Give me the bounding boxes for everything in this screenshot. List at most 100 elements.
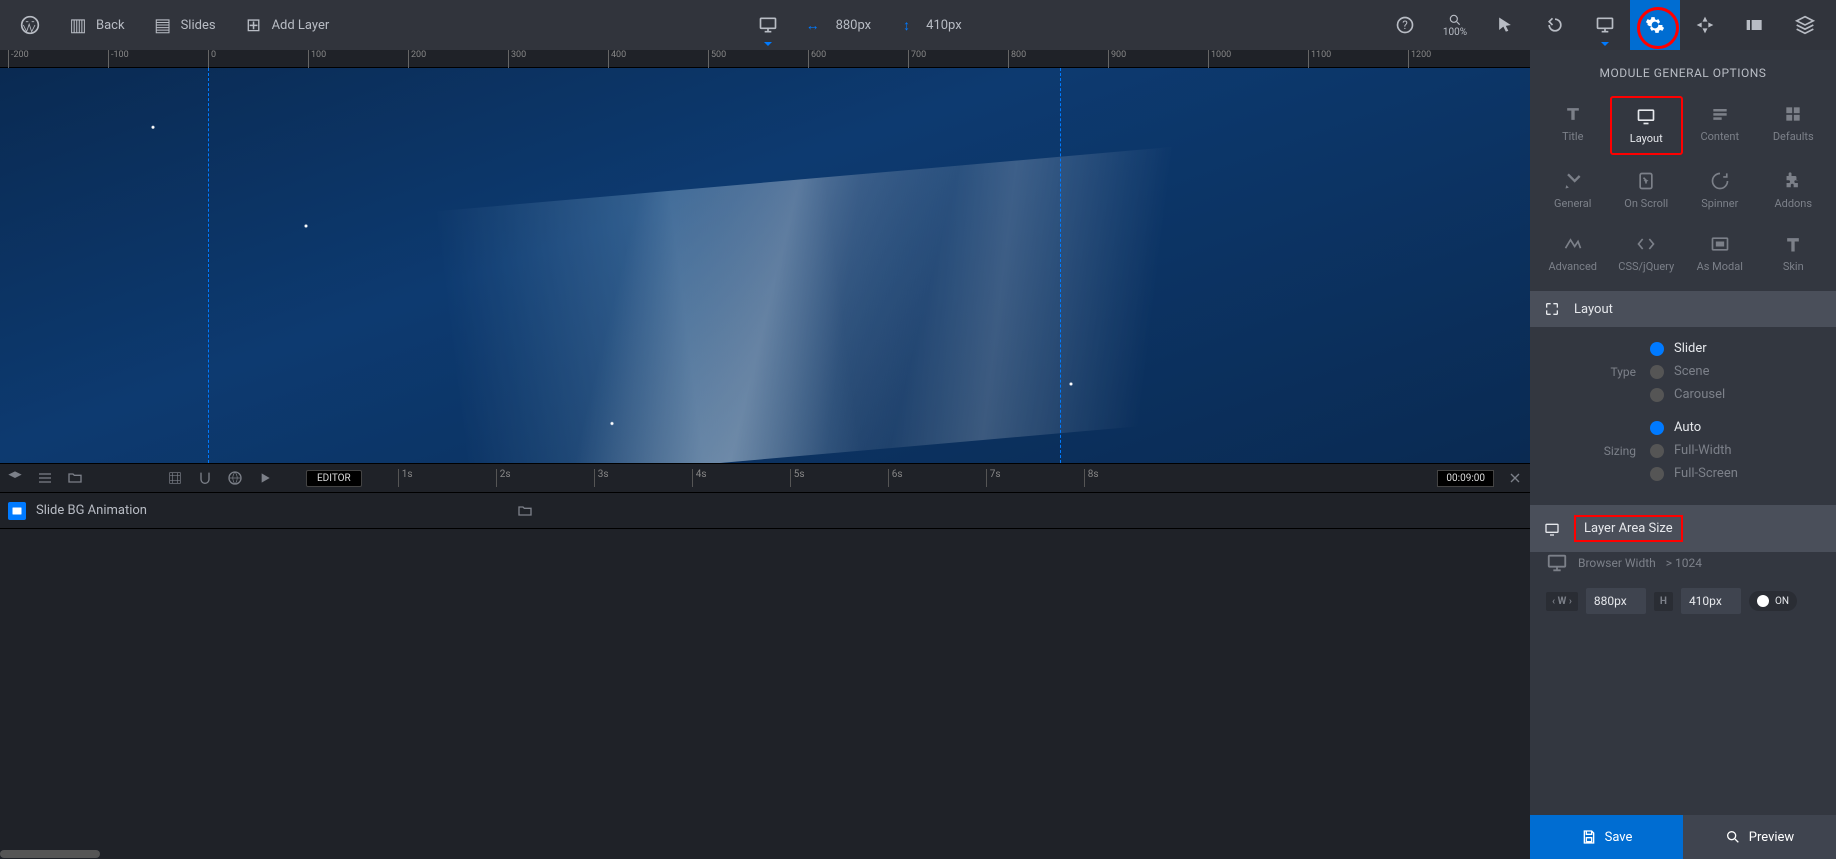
desktop-icon <box>1546 552 1568 574</box>
tab-spinner[interactable]: Spinner <box>1683 163 1757 218</box>
cursor-tool-button[interactable] <box>1480 0 1530 50</box>
sizing-option-fullscreen[interactable]: Full-Screen <box>1650 466 1738 481</box>
guide-vertical-left[interactable] <box>208 68 209 463</box>
slides-label: Slides <box>181 18 216 33</box>
layer-area-section-label: Layer Area Size <box>1584 521 1673 536</box>
timeline-film-icon[interactable] <box>160 463 190 493</box>
timeline-row[interactable]: Slide BG Animation <box>0 493 1530 529</box>
back-label: Back <box>96 18 125 33</box>
sizing-option-fullwidth[interactable]: Full-Width <box>1650 443 1738 458</box>
horizontal-ruler: -200-10001002003004005006007008009001000… <box>0 50 1530 68</box>
dimension-toggle[interactable]: ON <box>1749 591 1797 611</box>
guide-vertical-right[interactable] <box>1060 68 1061 463</box>
layer-area-section-header[interactable]: Layer Area Size <box>1530 505 1836 552</box>
zoom-value: 100% <box>1443 27 1467 38</box>
layer-area-icon <box>1544 521 1560 537</box>
save-button[interactable]: Save <box>1530 815 1683 859</box>
slide-background <box>0 68 1530 463</box>
tab-addons[interactable]: Addons <box>1757 163 1831 218</box>
height-badge: H <box>1654 592 1673 611</box>
sizing-label: Sizing <box>1546 444 1636 458</box>
workspace: -200-10001002003004005006007008009001000… <box>0 50 1836 859</box>
tab-advanced[interactable]: Advanced <box>1536 226 1610 281</box>
gear-icon <box>1645 15 1665 35</box>
canvas[interactable] <box>0 68 1530 463</box>
type-label: Type <box>1546 365 1636 379</box>
height-value: 410px <box>922 18 966 33</box>
type-option-scene[interactable]: Scene <box>1650 364 1725 379</box>
layout-section-body: Type Slider Scene Carousel Sizing Auto F… <box>1530 327 1836 505</box>
timeline-empty <box>0 529 1530 849</box>
timeline-play-button[interactable] <box>250 463 280 493</box>
tab-general[interactable]: General <box>1536 163 1610 218</box>
timeline-folder-icon[interactable] <box>60 463 90 493</box>
width-arrows-icon: ↔ <box>806 17 820 34</box>
timeline-close-button[interactable] <box>1500 463 1530 493</box>
width-badge: ‹ W › <box>1546 592 1578 611</box>
timeline-snap-icon[interactable] <box>190 463 220 493</box>
width-value: 880px <box>832 18 876 33</box>
wordpress-button[interactable] <box>6 0 54 50</box>
tab-skin[interactable]: Skin <box>1757 226 1831 281</box>
expand-icon <box>1544 301 1560 317</box>
wordpress-icon <box>20 15 40 35</box>
tab-defaults[interactable]: Defaults <box>1757 96 1831 155</box>
timeline-row-folder-icon[interactable] <box>510 496 540 526</box>
top-toolbar: ▥ Back ▤Slides ⊞ Add Layer ↔ 880px ↕ 410px ?… <box>0 0 1836 50</box>
timeline-list-icon[interactable] <box>30 463 60 493</box>
horizontal-scrollbar[interactable] <box>0 849 1530 859</box>
browser-width-value: > 1024 <box>1666 556 1702 570</box>
add-layer-label: Add Layer <box>272 18 330 33</box>
tab-title[interactable]: Title <box>1536 96 1610 155</box>
vertical-ruler <box>0 68 12 463</box>
undo-button[interactable] <box>1530 0 1580 50</box>
panel-tab-grid: Title Layout Content Defaults General On… <box>1530 96 1836 291</box>
zoom-button[interactable]: 100% <box>1430 0 1480 50</box>
tab-layout[interactable]: Layout <box>1610 96 1684 155</box>
editor-mode-chip[interactable]: EDITOR <box>306 470 362 487</box>
tab-onscroll[interactable]: On Scroll <box>1610 163 1684 218</box>
options-panel: MODULE GENERAL OPTIONS Title Layout Cont… <box>1530 50 1836 859</box>
width-input[interactable] <box>1586 588 1646 614</box>
timeline-globe-icon[interactable] <box>220 463 250 493</box>
back-button[interactable]: ▥ Back <box>54 0 139 50</box>
browser-width-row: Browser Width > 1024 <box>1530 552 1836 588</box>
desktop-icon <box>758 15 778 35</box>
browser-width-label: Browser Width <box>1578 556 1656 570</box>
layers-button[interactable] <box>1780 0 1830 50</box>
height-input[interactable] <box>1681 588 1741 614</box>
help-button[interactable]: ? <box>1380 0 1430 50</box>
type-option-slider[interactable]: Slider <box>1650 341 1725 356</box>
settings-gear-button[interactable] <box>1630 0 1680 50</box>
timeline-layers-icon[interactable] <box>0 463 30 493</box>
add-layer-button[interactable]: ⊞ Add Layer <box>230 0 344 50</box>
slide-options-button[interactable] <box>1730 0 1780 50</box>
slide-bg-row-icon <box>8 502 26 520</box>
back-icon: ▥ <box>68 15 88 36</box>
preview-button[interactable]: Preview <box>1683 815 1836 859</box>
sizing-option-auto[interactable]: Auto <box>1650 420 1738 435</box>
timeline-toolbar: EDITOR 1s2s3s4s5s6s7s8s 00:09:00 <box>0 463 1530 493</box>
tab-asmodal[interactable]: As Modal <box>1683 226 1757 281</box>
panel-title: MODULE GENERAL OPTIONS <box>1530 50 1836 96</box>
slides-button[interactable]: ▤Slides <box>139 0 230 50</box>
height-arrows-icon: ↕ <box>903 17 910 34</box>
height-display[interactable]: ↕ 410px <box>889 0 980 50</box>
tab-cssjquery[interactable]: CSS/jQuery <box>1610 226 1684 281</box>
layout-section-header[interactable]: Layout <box>1530 291 1836 327</box>
navigation-button[interactable] <box>1680 0 1730 50</box>
svg-text:?: ? <box>1402 18 1408 32</box>
timeline-time[interactable]: 00:09:00 <box>1437 470 1494 487</box>
preview-device-button[interactable] <box>1580 0 1630 50</box>
add-layer-icon: ⊞ <box>244 15 264 36</box>
tab-content[interactable]: Content <box>1683 96 1757 155</box>
timeline-row-label: Slide BG Animation <box>36 503 147 518</box>
dimension-inputs: ‹ W › H ON <box>1530 588 1836 628</box>
type-option-carousel[interactable]: Carousel <box>1650 387 1725 402</box>
canvas-area: -200-10001002003004005006007008009001000… <box>0 50 1530 859</box>
layout-section-label: Layout <box>1574 302 1613 317</box>
device-desktop-button[interactable] <box>744 0 792 50</box>
width-display[interactable]: ↔ 880px <box>792 0 890 50</box>
timeline-ruler[interactable]: 1s2s3s4s5s6s7s8s <box>368 463 1432 493</box>
panel-footer: Save Preview <box>1530 815 1836 859</box>
